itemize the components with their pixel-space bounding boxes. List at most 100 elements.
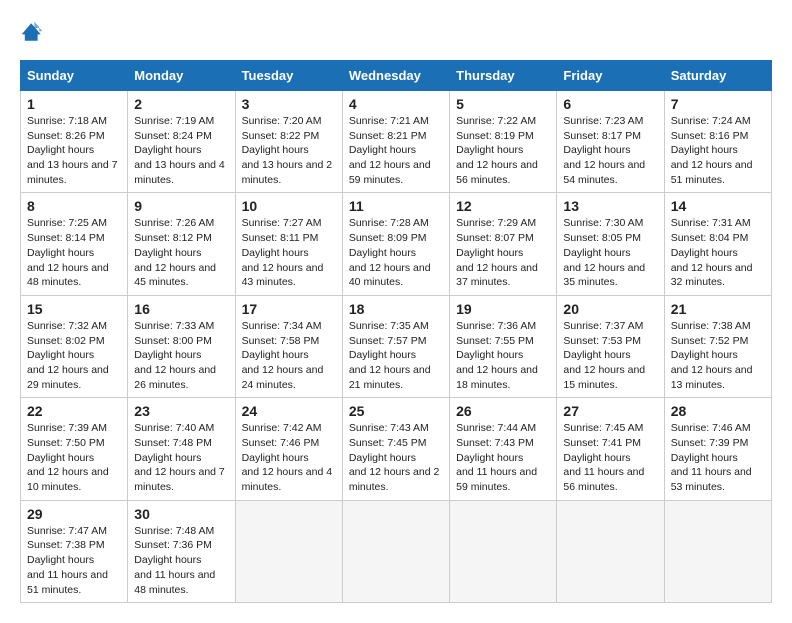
table-row: 16 Sunrise: 7:33 AMSunset: 8:00 PMDaylig… (128, 295, 235, 397)
day-info: Sunrise: 7:46 AMSunset: 7:39 PMDaylight … (671, 422, 752, 493)
day-info: Sunrise: 7:34 AMSunset: 7:58 PMDaylight … (242, 320, 324, 391)
table-row: 27 Sunrise: 7:45 AMSunset: 7:41 PMDaylig… (557, 398, 664, 500)
day-info: Sunrise: 7:29 AMSunset: 8:07 PMDaylight … (456, 217, 538, 288)
table-row: 15 Sunrise: 7:32 AMSunset: 8:02 PMDaylig… (21, 295, 128, 397)
day-number: 9 (134, 198, 228, 214)
day-info: Sunrise: 7:18 AMSunset: 8:26 PMDaylight … (27, 115, 118, 186)
table-row: 11 Sunrise: 7:28 AMSunset: 8:09 PMDaylig… (342, 193, 449, 295)
day-info: Sunrise: 7:45 AMSunset: 7:41 PMDaylight … (563, 422, 644, 493)
day-number: 21 (671, 301, 765, 317)
day-number: 4 (349, 96, 443, 112)
day-number: 20 (563, 301, 657, 317)
empty-cell (664, 500, 771, 602)
day-number: 8 (27, 198, 121, 214)
table-row: 3 Sunrise: 7:20 AMSunset: 8:22 PMDayligh… (235, 91, 342, 193)
day-number: 28 (671, 403, 765, 419)
day-info: Sunrise: 7:43 AMSunset: 7:45 PMDaylight … (349, 422, 440, 493)
day-info: Sunrise: 7:44 AMSunset: 7:43 PMDaylight … (456, 422, 537, 493)
col-saturday: Saturday (664, 61, 771, 91)
col-wednesday: Wednesday (342, 61, 449, 91)
day-info: Sunrise: 7:25 AMSunset: 8:14 PMDaylight … (27, 217, 109, 288)
table-row: 30 Sunrise: 7:48 AMSunset: 7:36 PMDaylig… (128, 500, 235, 602)
table-row: 2 Sunrise: 7:19 AMSunset: 8:24 PMDayligh… (128, 91, 235, 193)
table-row: 8 Sunrise: 7:25 AMSunset: 8:14 PMDayligh… (21, 193, 128, 295)
table-row: 4 Sunrise: 7:21 AMSunset: 8:21 PMDayligh… (342, 91, 449, 193)
table-row: 6 Sunrise: 7:23 AMSunset: 8:17 PMDayligh… (557, 91, 664, 193)
table-row: 28 Sunrise: 7:46 AMSunset: 7:39 PMDaylig… (664, 398, 771, 500)
table-row: 22 Sunrise: 7:39 AMSunset: 7:50 PMDaylig… (21, 398, 128, 500)
logo (20, 20, 48, 44)
day-info: Sunrise: 7:22 AMSunset: 8:19 PMDaylight … (456, 115, 538, 186)
day-number: 7 (671, 96, 765, 112)
table-row: 23 Sunrise: 7:40 AMSunset: 7:48 PMDaylig… (128, 398, 235, 500)
calendar-table: Sunday Monday Tuesday Wednesday Thursday… (20, 60, 772, 603)
day-info: Sunrise: 7:30 AMSunset: 8:05 PMDaylight … (563, 217, 645, 288)
day-number: 16 (134, 301, 228, 317)
day-number: 10 (242, 198, 336, 214)
day-number: 29 (27, 506, 121, 522)
table-row: 19 Sunrise: 7:36 AMSunset: 7:55 PMDaylig… (450, 295, 557, 397)
day-number: 26 (456, 403, 550, 419)
table-row: 21 Sunrise: 7:38 AMSunset: 7:52 PMDaylig… (664, 295, 771, 397)
day-info: Sunrise: 7:23 AMSunset: 8:17 PMDaylight … (563, 115, 645, 186)
day-number: 15 (27, 301, 121, 317)
day-info: Sunrise: 7:36 AMSunset: 7:55 PMDaylight … (456, 320, 538, 391)
table-row: 29 Sunrise: 7:47 AMSunset: 7:38 PMDaylig… (21, 500, 128, 602)
day-number: 23 (134, 403, 228, 419)
day-number: 3 (242, 96, 336, 112)
day-info: Sunrise: 7:35 AMSunset: 7:57 PMDaylight … (349, 320, 431, 391)
col-thursday: Thursday (450, 61, 557, 91)
day-info: Sunrise: 7:40 AMSunset: 7:48 PMDaylight … (134, 422, 225, 493)
day-number: 2 (134, 96, 228, 112)
day-number: 18 (349, 301, 443, 317)
day-number: 14 (671, 198, 765, 214)
day-number: 25 (349, 403, 443, 419)
table-row: 10 Sunrise: 7:27 AMSunset: 8:11 PMDaylig… (235, 193, 342, 295)
day-info: Sunrise: 7:42 AMSunset: 7:46 PMDaylight … (242, 422, 333, 493)
day-number: 22 (27, 403, 121, 419)
day-info: Sunrise: 7:27 AMSunset: 8:11 PMDaylight … (242, 217, 324, 288)
table-row: 13 Sunrise: 7:30 AMSunset: 8:05 PMDaylig… (557, 193, 664, 295)
day-number: 17 (242, 301, 336, 317)
day-info: Sunrise: 7:47 AMSunset: 7:38 PMDaylight … (27, 525, 108, 596)
col-monday: Monday (128, 61, 235, 91)
empty-cell (235, 500, 342, 602)
day-info: Sunrise: 7:37 AMSunset: 7:53 PMDaylight … (563, 320, 645, 391)
logo-icon (20, 20, 44, 44)
day-number: 1 (27, 96, 121, 112)
col-sunday: Sunday (21, 61, 128, 91)
day-number: 6 (563, 96, 657, 112)
day-number: 13 (563, 198, 657, 214)
day-number: 11 (349, 198, 443, 214)
table-row: 17 Sunrise: 7:34 AMSunset: 7:58 PMDaylig… (235, 295, 342, 397)
day-info: Sunrise: 7:26 AMSunset: 8:12 PMDaylight … (134, 217, 216, 288)
day-number: 5 (456, 96, 550, 112)
empty-cell (557, 500, 664, 602)
table-row: 5 Sunrise: 7:22 AMSunset: 8:19 PMDayligh… (450, 91, 557, 193)
day-info: Sunrise: 7:24 AMSunset: 8:16 PMDaylight … (671, 115, 753, 186)
day-number: 19 (456, 301, 550, 317)
table-row: 26 Sunrise: 7:44 AMSunset: 7:43 PMDaylig… (450, 398, 557, 500)
day-info: Sunrise: 7:31 AMSunset: 8:04 PMDaylight … (671, 217, 753, 288)
table-row: 12 Sunrise: 7:29 AMSunset: 8:07 PMDaylig… (450, 193, 557, 295)
day-info: Sunrise: 7:33 AMSunset: 8:00 PMDaylight … (134, 320, 216, 391)
day-info: Sunrise: 7:48 AMSunset: 7:36 PMDaylight … (134, 525, 215, 596)
table-row: 1 Sunrise: 7:18 AMSunset: 8:26 PMDayligh… (21, 91, 128, 193)
table-row: 25 Sunrise: 7:43 AMSunset: 7:45 PMDaylig… (342, 398, 449, 500)
page-header (20, 20, 772, 44)
table-row: 9 Sunrise: 7:26 AMSunset: 8:12 PMDayligh… (128, 193, 235, 295)
day-info: Sunrise: 7:19 AMSunset: 8:24 PMDaylight … (134, 115, 225, 186)
table-row: 7 Sunrise: 7:24 AMSunset: 8:16 PMDayligh… (664, 91, 771, 193)
table-row: 14 Sunrise: 7:31 AMSunset: 8:04 PMDaylig… (664, 193, 771, 295)
day-info: Sunrise: 7:21 AMSunset: 8:21 PMDaylight … (349, 115, 431, 186)
day-info: Sunrise: 7:39 AMSunset: 7:50 PMDaylight … (27, 422, 109, 493)
day-number: 12 (456, 198, 550, 214)
table-row: 24 Sunrise: 7:42 AMSunset: 7:46 PMDaylig… (235, 398, 342, 500)
col-friday: Friday (557, 61, 664, 91)
day-info: Sunrise: 7:28 AMSunset: 8:09 PMDaylight … (349, 217, 431, 288)
table-row: 20 Sunrise: 7:37 AMSunset: 7:53 PMDaylig… (557, 295, 664, 397)
calendar-header-row: Sunday Monday Tuesday Wednesday Thursday… (21, 61, 772, 91)
day-info: Sunrise: 7:20 AMSunset: 8:22 PMDaylight … (242, 115, 333, 186)
day-number: 24 (242, 403, 336, 419)
day-number: 30 (134, 506, 228, 522)
